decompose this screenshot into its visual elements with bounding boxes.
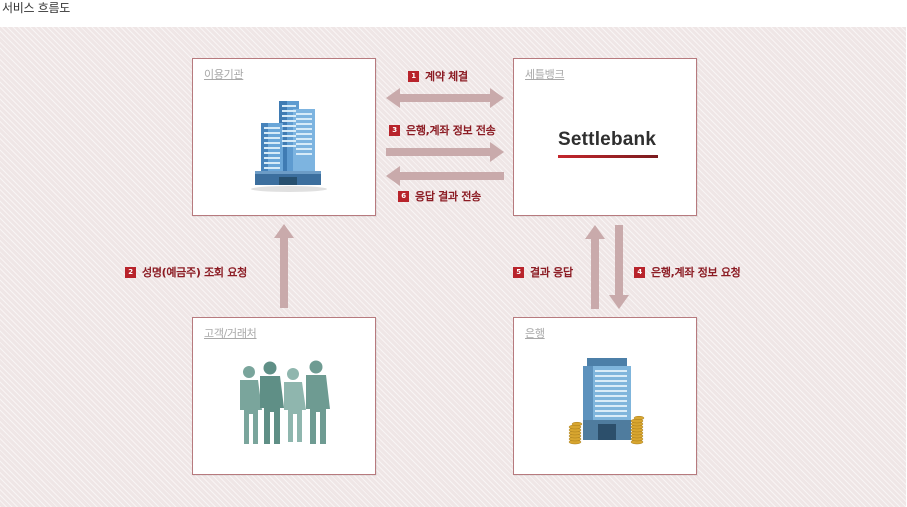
- step-text: 계약 체결: [425, 70, 468, 83]
- step-4-label: 4 은행,계좌 정보 요청: [634, 264, 741, 280]
- settlebank-logo: Settlebank: [558, 129, 657, 150]
- step-5-label: 5 결과 응답: [513, 264, 573, 280]
- bank-box: 은행: [513, 317, 697, 475]
- step-text: 은행,계좌 정보 전송: [406, 124, 496, 137]
- settlebank-logo-bar: [558, 155, 658, 158]
- arrow-bank-info-request-down: [609, 225, 629, 309]
- step-text: 성명(예금주) 조회 요청: [142, 266, 247, 279]
- page-title: 서비스 흐름도: [2, 1, 70, 15]
- step-text: 결과 응답: [530, 266, 573, 279]
- arrow-name-inquiry-up: [274, 224, 294, 308]
- arrow-result-response-up: [585, 225, 605, 309]
- arrow-send-response: [386, 166, 504, 186]
- step-badge: 6: [398, 190, 409, 202]
- step-badge: 2: [125, 266, 136, 278]
- step-1-label: 1 계약 체결: [408, 68, 468, 84]
- office-building-icon: [251, 101, 327, 192]
- step-3-label: 3 은행,계좌 정보 전송: [389, 122, 496, 138]
- bank-building-coins-icon: [568, 358, 645, 445]
- step-badge: 3: [389, 124, 400, 136]
- step-2-label: 2 성명(예금주) 조회 요청: [125, 264, 247, 280]
- settlebank-label: 세틀뱅크: [525, 68, 565, 81]
- step-badge: 4: [634, 266, 645, 278]
- people-silhouette-icon: [240, 360, 330, 444]
- step-text: 응답 결과 전송: [415, 190, 481, 203]
- customer-label: 고객/거래처: [204, 327, 257, 340]
- arrow-send-bank-info: [386, 142, 504, 162]
- step-badge: 1: [408, 70, 419, 82]
- bank-label: 은행: [525, 327, 545, 340]
- client-label: 이용기관: [204, 68, 244, 81]
- settlebank-box: 세틀뱅크 Settlebank: [513, 58, 697, 216]
- client-box: 이용기관: [192, 58, 376, 216]
- customer-box: 고객/거래처: [192, 317, 376, 475]
- service-flow-diagram: 이용기관 세틀뱅크 Settlebank 고객/거래처 은행 1 계약 체결 3…: [0, 27, 906, 507]
- step-badge: 5: [513, 266, 524, 278]
- step-text: 은행,계좌 정보 요청: [651, 266, 741, 279]
- step-6-label: 6 응답 결과 전송: [398, 188, 481, 204]
- arrow-contract-bidirectional: [386, 88, 504, 108]
